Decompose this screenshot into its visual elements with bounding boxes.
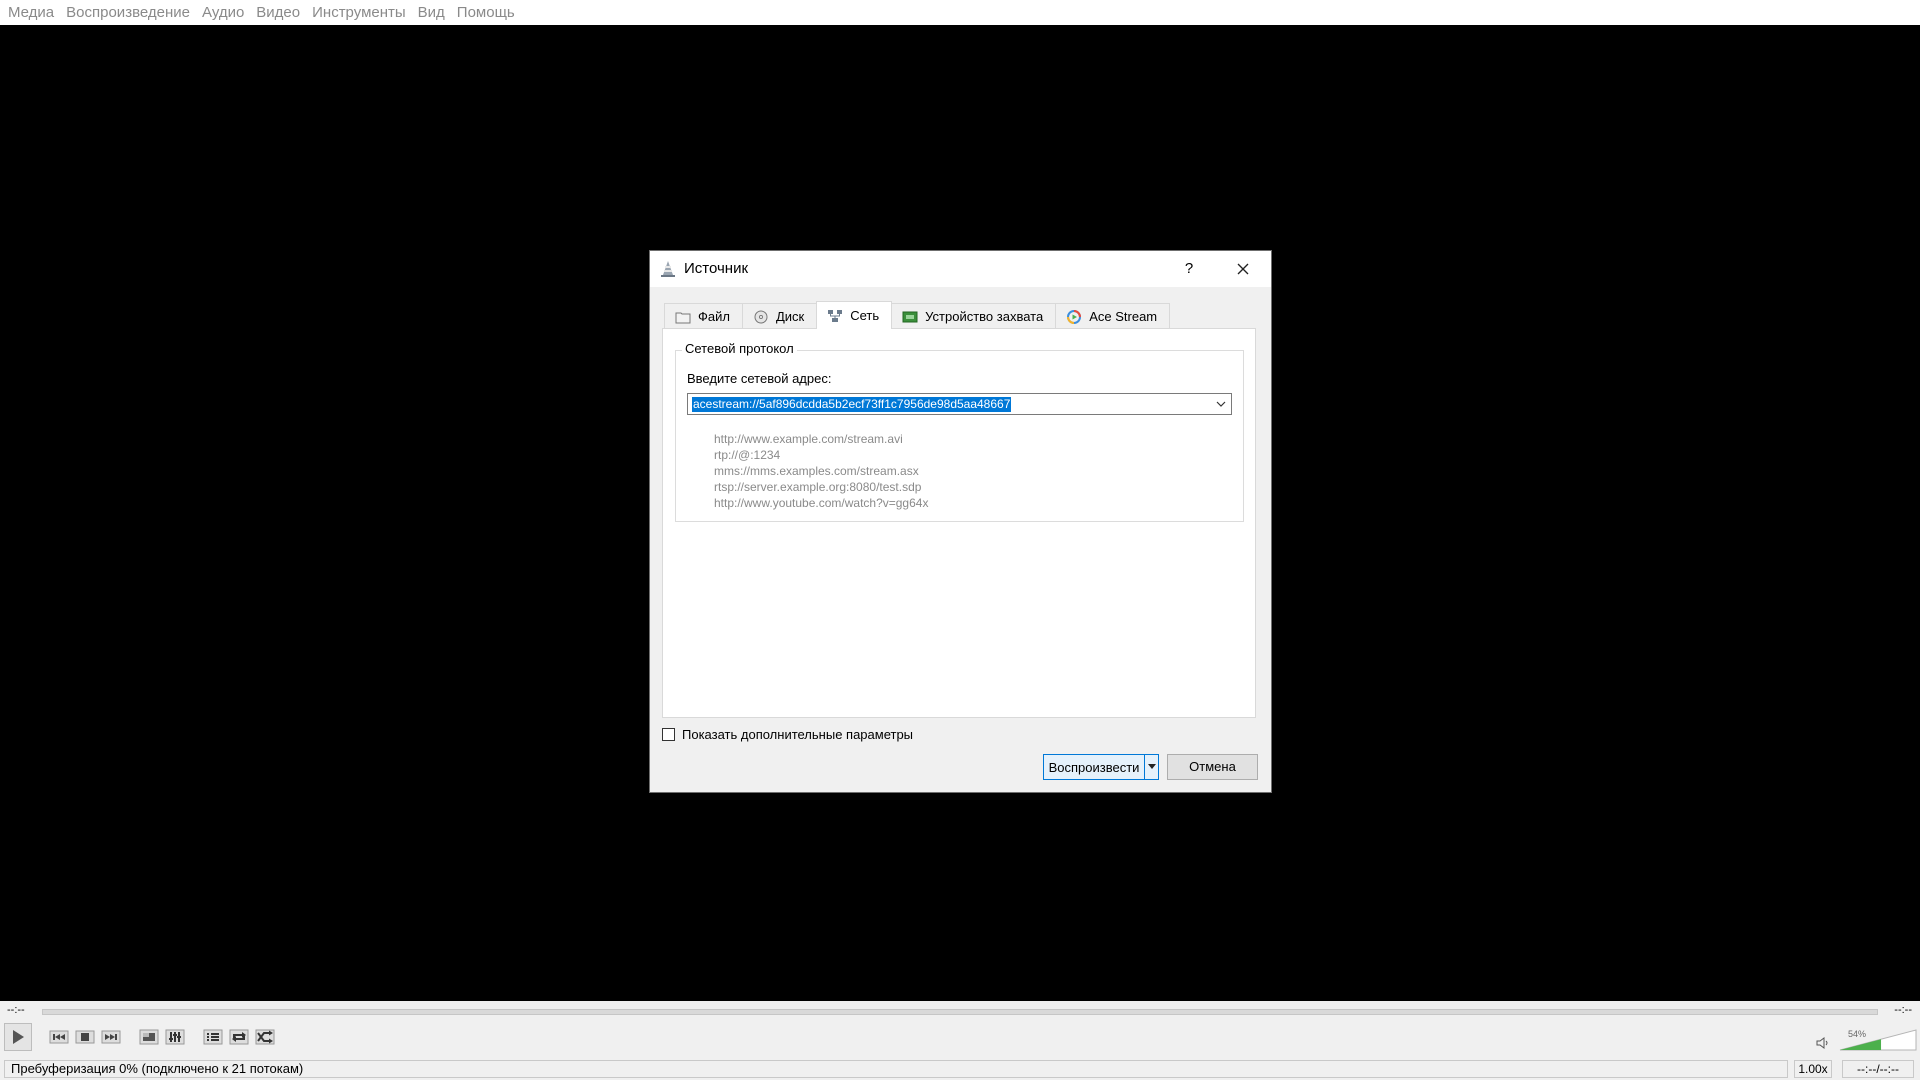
show-more-checkbox[interactable]	[662, 728, 675, 741]
tab-label: Устройство захвата	[925, 309, 1044, 324]
speaker-icon[interactable]	[1816, 1037, 1830, 1049]
network-address-value[interactable]: acestream://5af896dcdda5b2ecf73ff1c7956d…	[692, 397, 1012, 412]
network-icon	[828, 309, 843, 322]
fullscreen-button[interactable]	[137, 1025, 161, 1049]
next-icon	[101, 1030, 121, 1044]
stop-button[interactable]	[73, 1025, 97, 1049]
menu-media[interactable]: Медиа	[2, 0, 60, 25]
seek-bar[interactable]	[42, 1009, 1878, 1015]
menu-view[interactable]: Вид	[412, 0, 451, 25]
equalizer-icon	[165, 1029, 185, 1045]
tab-acestream[interactable]: Ace Stream	[1055, 303, 1171, 329]
volume-percent: 54%	[1848, 1029, 1867, 1039]
status-bar: Пребуферизация 0% (подключено к 21 поток…	[0, 1059, 1920, 1080]
show-more-options[interactable]: Показать дополнительные параметры	[662, 727, 913, 742]
extended-settings-button[interactable]	[163, 1025, 187, 1049]
shuffle-icon	[255, 1029, 275, 1045]
player-controls: --:-- --:-- 54% Пребуферизация 0% (подкл…	[0, 1001, 1920, 1080]
network-address-combobox[interactable]: acestream://5af896dcdda5b2ecf73ff1c7956d…	[687, 393, 1232, 415]
menu-playback[interactable]: Воспроизведение	[60, 0, 196, 25]
example-url: mms://mms.examples.com/stream.asx	[714, 464, 919, 478]
play-button-label[interactable]: Воспроизвести	[1044, 760, 1144, 775]
tab-file[interactable]: Файл	[664, 303, 743, 329]
play-options-dropdown[interactable]	[1144, 755, 1158, 779]
tab-network[interactable]: Сеть	[816, 301, 893, 329]
capture-device-icon	[902, 311, 918, 322]
group-title: Сетевой протокол	[682, 341, 797, 356]
cancel-button[interactable]: Отмена	[1167, 754, 1258, 780]
status-message: Пребуферизация 0% (подключено к 21 поток…	[4, 1060, 1788, 1078]
shuffle-button[interactable]	[253, 1025, 277, 1049]
dialog-title: Источник	[684, 260, 749, 277]
loop-icon	[229, 1029, 249, 1045]
vlc-cone-icon	[661, 261, 675, 277]
fullscreen-icon	[139, 1029, 159, 1045]
tab-label: Диск	[775, 309, 805, 324]
example-url: rtp://@:1234	[714, 448, 781, 462]
dropdown-arrow-icon	[1147, 764, 1156, 769]
acestream-icon	[1067, 309, 1082, 324]
next-button[interactable]	[99, 1025, 123, 1049]
stop-icon	[75, 1030, 95, 1044]
previous-icon	[49, 1030, 69, 1044]
tab-label: Сеть	[850, 308, 880, 323]
menu-tools[interactable]: Инструменты	[306, 0, 412, 25]
playback-rate[interactable]: 1.00x	[1794, 1060, 1832, 1078]
folder-icon	[675, 312, 691, 323]
play-icon	[13, 1030, 24, 1044]
tab-capture-device[interactable]: Устройство захвата	[891, 303, 1057, 329]
previous-button[interactable]	[47, 1025, 71, 1049]
menu-audio[interactable]: Аудио	[196, 0, 250, 25]
open-source-dialog: Источник ? Файл Диск Сеть Устройство зах…	[649, 250, 1272, 793]
time-elapsed: --:--	[7, 1004, 25, 1016]
play-pause-button[interactable]	[4, 1023, 32, 1051]
tab-disc[interactable]: Диск	[741, 303, 818, 329]
help-button[interactable]: ?	[1178, 257, 1200, 281]
time-total[interactable]: --:--/--:--	[1842, 1060, 1914, 1078]
close-icon[interactable]	[1228, 255, 1258, 283]
example-url: http://www.example.com/stream.avi	[714, 432, 903, 446]
tab-label: Файл	[698, 309, 730, 324]
address-label: Введите сетевой адрес:	[687, 371, 832, 386]
chevron-down-icon[interactable]	[1215, 399, 1227, 409]
show-more-label[interactable]: Показать дополнительные параметры	[682, 727, 913, 742]
dialog-titlebar: Источник ?	[650, 251, 1271, 287]
tab-label: Ace Stream	[1089, 309, 1158, 324]
address-examples: http://www.example.com/stream.avi rtp://…	[714, 431, 928, 511]
menu-bar: Медиа Воспроизведение Аудио Видео Инстру…	[0, 0, 1920, 25]
playlist-button[interactable]	[201, 1025, 225, 1049]
example-url: rtsp://server.example.org:8080/test.sdp	[714, 480, 922, 494]
playlist-icon	[203, 1029, 223, 1045]
loop-button[interactable]	[227, 1025, 251, 1049]
menu-video[interactable]: Видео	[250, 0, 306, 25]
example-url: http://www.youtube.com/watch?v=gg64x	[714, 496, 929, 510]
source-tabs: Файл Диск Сеть Устройство захвата Ace St…	[664, 301, 1171, 329]
play-button[interactable]: Воспроизвести	[1043, 754, 1159, 780]
time-remaining[interactable]: --:--	[1894, 1004, 1912, 1016]
menu-help[interactable]: Помощь	[451, 0, 521, 25]
disc-icon	[754, 310, 768, 323]
network-panel: Сетевой протокол Введите сетевой адрес: …	[662, 328, 1256, 718]
